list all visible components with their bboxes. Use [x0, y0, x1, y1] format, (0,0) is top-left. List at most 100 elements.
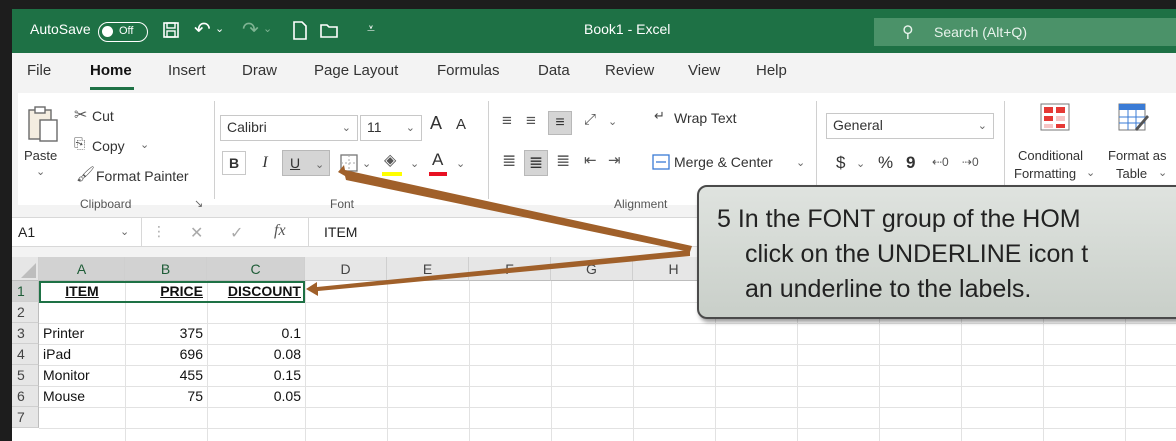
tab-draw[interactable]: Draw — [242, 62, 277, 79]
row-header-7[interactable]: 7 — [12, 407, 39, 428]
undo-icon[interactable]: ↶ — [194, 17, 211, 42]
tab-view[interactable]: View — [688, 62, 720, 79]
row-header-4[interactable]: 4 — [12, 344, 39, 365]
cell-a4[interactable]: iPad — [39, 344, 125, 365]
orientation-dropdown-icon[interactable]: ⌄ — [608, 115, 617, 128]
formula-input[interactable]: ITEM — [324, 224, 357, 240]
font-color-dropdown-icon[interactable]: ⌄ — [456, 157, 465, 170]
fill-color-dropdown-icon[interactable]: ⌄ — [410, 157, 419, 170]
format-as-table-label-1[interactable]: Format as — [1108, 148, 1167, 163]
open-folder-icon[interactable] — [320, 23, 340, 39]
cell-b6[interactable]: 75 — [125, 386, 207, 407]
align-left-icon[interactable]: ≣ — [502, 151, 516, 171]
row-header-6[interactable]: 6 — [12, 386, 39, 407]
font-name-dropdown[interactable]: Calibri ⌄ — [220, 115, 358, 141]
copy-label[interactable]: Copy — [92, 138, 125, 154]
comma-style-icon[interactable]: 9 — [906, 153, 915, 173]
tab-help[interactable]: Help — [756, 62, 787, 79]
cell-c6[interactable]: 0.05 — [207, 386, 305, 407]
bold-button[interactable]: B — [222, 151, 246, 175]
italic-button[interactable]: I — [254, 151, 276, 175]
cell-c5[interactable]: 0.15 — [207, 365, 305, 386]
cell-c4[interactable]: 0.08 — [207, 344, 305, 365]
number-format-dropdown[interactable]: General ⌄ — [826, 113, 994, 139]
tab-insert[interactable]: Insert — [168, 62, 206, 79]
align-bottom-button[interactable]: ≡ — [548, 111, 572, 135]
column-header-f[interactable]: F — [469, 257, 551, 281]
cell-c3[interactable]: 0.1 — [207, 323, 305, 344]
save-icon[interactable] — [162, 21, 180, 39]
increase-font-size-icon[interactable]: A — [430, 113, 442, 134]
underline-button[interactable]: U ⌄ — [282, 150, 330, 176]
tab-home[interactable]: Home — [90, 62, 132, 79]
conditional-dropdown-icon[interactable]: ⌄ — [1086, 166, 1095, 179]
column-header-g[interactable]: G — [551, 257, 633, 281]
align-right-icon[interactable]: ≣ — [556, 151, 570, 171]
copy-dropdown-icon[interactable]: ⌄ — [140, 138, 149, 151]
row-header-1[interactable]: 1 — [12, 281, 39, 302]
fill-color-icon[interactable]: ◈ — [384, 150, 396, 170]
column-header-e[interactable]: E — [387, 257, 469, 281]
cut-icon[interactable]: ✂ — [74, 105, 87, 125]
undo-dropdown-icon[interactable]: ⌄ — [215, 22, 224, 35]
new-file-icon[interactable] — [292, 21, 308, 40]
format-painter-icon[interactable]: 🖌 — [76, 165, 95, 183]
tab-file[interactable]: File — [27, 62, 51, 79]
column-header-b[interactable]: B — [125, 257, 207, 281]
cell-a3[interactable]: Printer — [39, 323, 125, 344]
paste-dropdown-icon[interactable]: ⌄ — [36, 165, 45, 178]
format-painter-label[interactable]: Format Painter — [96, 168, 189, 184]
row-header-5[interactable]: 5 — [12, 365, 39, 386]
cell-b4[interactable]: 696 — [125, 344, 207, 365]
decrease-font-size-icon[interactable]: A — [456, 116, 466, 133]
wrap-text-label[interactable]: Wrap Text — [674, 110, 737, 126]
table-dropdown-icon[interactable]: ⌄ — [1158, 166, 1167, 179]
autosave-toggle[interactable]: Off — [98, 22, 148, 42]
search-box[interactable]: ⚲ Search (Alt+Q) — [874, 18, 1176, 46]
font-color-icon[interactable]: A — [432, 150, 443, 170]
copy-icon[interactable]: ⎘ — [74, 135, 85, 152]
format-as-table-label-2[interactable]: Table — [1116, 166, 1147, 181]
conditional-formatting-icon[interactable] — [1040, 103, 1070, 131]
merge-center-label[interactable]: Merge & Center — [674, 154, 773, 170]
align-center-button[interactable]: ≣ — [524, 150, 548, 176]
row-header-3[interactable]: 3 — [12, 323, 39, 344]
increase-decimal-icon[interactable]: ⇠0 — [932, 155, 949, 169]
conditional-formatting-label-2[interactable]: Formatting — [1014, 166, 1076, 181]
orientation-icon[interactable]: ⤢ — [584, 111, 596, 128]
merge-center-icon[interactable] — [652, 154, 670, 170]
merge-dropdown-icon[interactable]: ⌄ — [796, 156, 805, 169]
currency-dropdown-icon[interactable]: ⌄ — [856, 157, 865, 170]
wrap-text-icon[interactable]: ↵ — [654, 108, 665, 124]
cell-a5[interactable]: Monitor — [39, 365, 125, 386]
paste-icon[interactable] — [26, 105, 60, 143]
tab-formulas[interactable]: Formulas — [437, 62, 500, 79]
borders-icon[interactable] — [340, 154, 358, 172]
row-header-2[interactable]: 2 — [12, 302, 39, 323]
percent-icon[interactable]: % — [878, 153, 893, 173]
conditional-formatting-label-1[interactable]: Conditional — [1018, 148, 1083, 163]
cell-b5[interactable]: 455 — [125, 365, 207, 386]
name-box[interactable]: A1 ⌄ — [12, 218, 142, 246]
format-as-table-icon[interactable] — [1118, 103, 1150, 133]
decrease-decimal-icon[interactable]: ⇢0 — [962, 155, 979, 169]
tab-data[interactable]: Data — [538, 62, 570, 79]
align-top-icon[interactable]: ≡ — [502, 111, 512, 131]
paste-label[interactable]: Paste — [24, 148, 57, 163]
cell-a6[interactable]: Mouse — [39, 386, 125, 407]
increase-indent-icon[interactable]: ⇥ — [608, 151, 621, 169]
column-header-a[interactable]: A — [39, 257, 125, 281]
currency-icon[interactable]: $ — [836, 153, 845, 173]
clipboard-launcher-icon[interactable]: ↘ — [194, 197, 203, 210]
column-header-d[interactable]: D — [305, 257, 387, 281]
customize-qat-icon[interactable]: ⩡ — [367, 20, 375, 37]
tab-page-layout[interactable]: Page Layout — [314, 62, 398, 79]
font-launcher-icon[interactable]: ↘ — [470, 197, 479, 210]
select-all-corner[interactable] — [12, 257, 39, 281]
align-middle-icon[interactable]: ≡ — [526, 111, 536, 131]
decrease-indent-icon[interactable]: ⇤ — [584, 151, 597, 169]
cut-label[interactable]: Cut — [92, 108, 114, 124]
font-size-dropdown[interactable]: 11 ⌄ — [360, 115, 422, 141]
insert-function-icon[interactable]: fx — [274, 222, 286, 240]
tab-review[interactable]: Review — [605, 62, 654, 79]
